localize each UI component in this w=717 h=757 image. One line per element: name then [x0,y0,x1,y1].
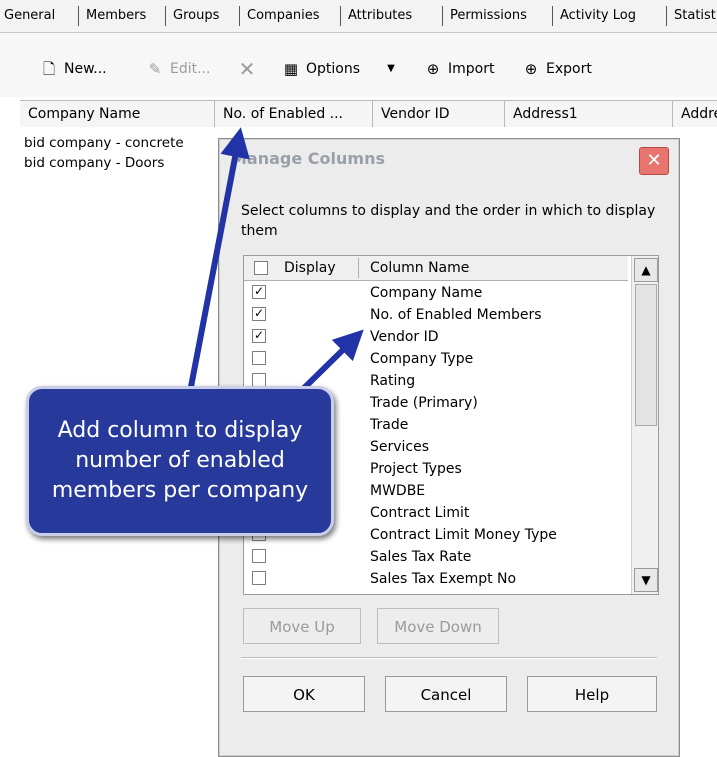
import-label: Import [448,61,495,77]
tab-bar: General Members Groups Companies Attribu… [0,0,717,33]
display-checkbox[interactable]: ✓ [252,285,266,299]
column-header-enabled-members[interactable]: No. of Enabled ... [215,101,373,127]
column-name: Contract Limit Money Type [370,527,557,543]
column-name: Vendor ID [370,329,439,345]
tab-separator [552,6,553,26]
display-checkbox[interactable] [252,351,266,365]
list-item[interactable]: Sales Tax Exempt No [244,568,628,590]
edit-label: Edit... [170,61,211,77]
tab-separator [340,6,341,26]
tab-separator [666,6,667,26]
annotation-callout: Add column to display number of enabled … [26,386,334,536]
column-header-address1[interactable]: Address1 [505,101,673,127]
list-item[interactable]: Sales Tax Rate [244,546,628,568]
ok-button[interactable]: OK [243,676,365,712]
move-down-button[interactable]: Move Down [377,608,499,644]
options-dropdown-button[interactable]: ▼ [382,57,400,81]
tab-separator [239,6,240,26]
display-checkbox[interactable] [252,571,266,585]
toolbar: 🗋 New... ✎ Edit... ✕ ▦ Options ▼ ⊕ Impor… [0,33,717,97]
column-name: Trade (Primary) [370,395,478,411]
column-name: Sales Tax Rate [370,549,472,565]
dialog-divider [241,657,657,659]
table-row[interactable]: bid company - Doors [24,155,164,171]
import-button[interactable]: ⊕ Import [424,57,495,81]
options-label: Options [306,61,361,77]
edit-button[interactable]: ✎ Edit... [146,57,211,81]
tab-permissions[interactable]: Permissions [450,0,527,32]
header-separator [358,258,359,278]
checkmark-icon: ✓ [253,328,265,342]
help-button[interactable]: Help [527,676,657,712]
checkmark-icon: ✓ [253,284,265,298]
new-button[interactable]: 🗋 New... [40,57,107,81]
chevron-down-icon: ▼ [641,573,651,587]
import-circle-arrow-icon: ⊕ [426,60,440,78]
dialog-description: Select columns to display and the order … [241,203,656,239]
display-checkbox[interactable] [252,549,266,563]
companies-grid-header: Company Name No. of Enabled ... Vendor I… [20,100,717,128]
column-name: Rating [370,373,416,389]
display-header: Display [284,260,336,276]
tab-separator [165,6,166,26]
options-grid-icon: ▦ [283,60,299,78]
dialog-title: Manage Columns [231,149,385,168]
tab-general[interactable]: General [4,0,55,32]
column-name: Company Name [370,285,483,301]
pencil-icon: ✎ [148,60,162,78]
column-name-header: Column Name [370,260,470,276]
tab-groups[interactable]: Groups [173,0,219,32]
tab-members[interactable]: Members [86,0,146,32]
list-item[interactable]: Company Type [244,348,628,370]
tab-companies[interactable]: Companies [247,0,320,32]
tab-statistics[interactable]: Statist [674,0,716,32]
column-name: Project Types [370,461,462,477]
new-document-icon: 🗋 [42,60,56,78]
close-button[interactable]: ✕ [639,147,669,175]
callout-text: Add column to display number of enabled … [51,418,309,503]
new-label: New... [64,61,107,77]
close-icon: ✕ [646,150,662,171]
column-name: Company Type [370,351,474,367]
column-name: Trade [370,417,409,433]
export-circle-arrow-icon: ⊕ [524,60,538,78]
checkmark-icon: ✓ [253,306,265,320]
table-row[interactable]: bid company - concrete [24,135,184,151]
list-item[interactable]: ✓ Company Name [244,282,628,304]
list-item[interactable]: ✓ No. of Enabled Members [244,304,628,326]
tab-attributes[interactable]: Attributes [348,0,412,32]
options-button[interactable]: ▦ Options [282,57,360,81]
scroll-up-button[interactable]: ▲ [634,258,658,282]
column-header-address2[interactable]: Addre [673,101,717,127]
dropdown-arrow-icon: ▼ [387,63,395,74]
tab-separator [78,6,79,26]
column-header-vendor-id[interactable]: Vendor ID [373,101,505,127]
select-all-checkbox[interactable] [254,261,268,275]
tab-separator [442,6,443,26]
tab-activity-log[interactable]: Activity Log [560,0,636,32]
column-header-company-name[interactable]: Company Name [20,101,215,127]
move-up-button[interactable]: Move Up [243,608,361,644]
column-name: Sales Tax Exempt No [370,571,517,587]
display-checkbox[interactable] [252,373,266,387]
cancel-button[interactable]: Cancel [385,676,507,712]
export-button[interactable]: ⊕ Export [522,57,592,81]
export-label: Export [546,61,592,77]
list-item[interactable]: ✓ Vendor ID [244,326,628,348]
scrollbar-thumb[interactable] [635,284,657,426]
delete-button[interactable]: ✕ [238,57,256,81]
chevron-up-icon: ▲ [641,263,651,277]
scrollbar[interactable]: ▲ ▼ [631,256,658,594]
column-name: Services [370,439,430,455]
scroll-down-button[interactable]: ▼ [634,568,658,592]
column-name: Contract Limit [370,505,470,521]
display-checkbox[interactable]: ✓ [252,329,266,343]
delete-x-icon: ✕ [238,57,256,81]
display-checkbox[interactable]: ✓ [252,307,266,321]
column-name: No. of Enabled Members [370,307,542,323]
columns-list-header: Display Column Name [244,256,628,281]
column-name: MWDBE [370,483,426,499]
